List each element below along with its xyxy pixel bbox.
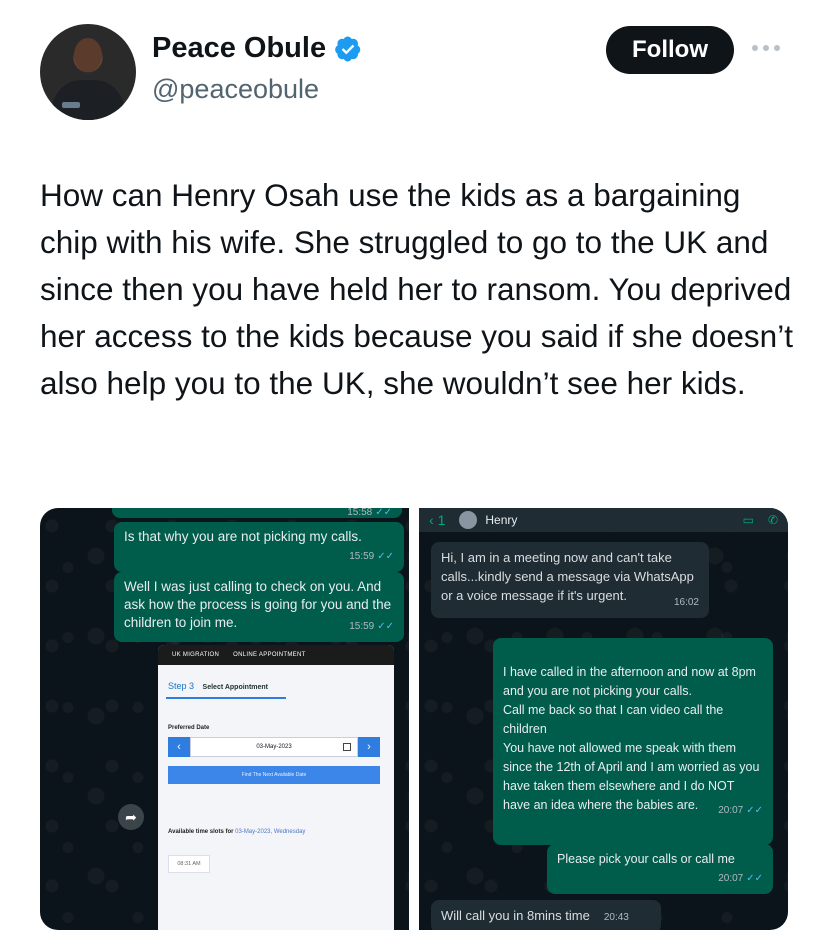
more-options-icon[interactable] (752, 38, 788, 58)
step-underline (166, 697, 286, 699)
preferred-date-label: Preferred Date (168, 725, 210, 731)
chat-header: ‹ 1 Henry ▭ ✆ (419, 508, 788, 532)
screenshot-header-left: UK MIGRATION (172, 652, 220, 658)
forward-icon: ➦ (118, 804, 144, 830)
contact-name: Henry (485, 513, 518, 527)
chat-bubble-outgoing: Well I was just calling to check on you.… (114, 572, 404, 642)
bubble-time: 20:43 (603, 912, 629, 923)
chat-bubble-outgoing: Please pick your calls or call me 20:07 ✓… (547, 844, 773, 894)
date-value: 03-May-2023 (256, 744, 292, 750)
follow-button[interactable]: Follow (606, 26, 734, 74)
author-name-row[interactable]: Peace Obule (152, 32, 362, 65)
tweet-text: How can Henry Osah use the kids as a bar… (40, 177, 793, 401)
author-name[interactable]: Peace Obule (152, 32, 326, 65)
video-call-icon: ▭ (742, 513, 754, 527)
date-picker: ‹ 03-May-2023 › (168, 737, 380, 757)
verified-badge-icon (335, 35, 361, 61)
chat-bubble-outgoing: I have called in the afternoon and now a… (493, 638, 773, 845)
step-indicator: Step 3 Select Appointment (168, 681, 268, 691)
bubble-time: 20:07 ✓✓ (718, 873, 763, 884)
chat-bubble-partial: 15:58 ✓✓ (112, 508, 402, 518)
avatar[interactable] (40, 24, 136, 120)
available-slots-label: Available time slots for 03-May-2023, We… (168, 829, 306, 835)
time-slot: 08:31 AM (168, 855, 210, 873)
step-number: Step 3 (168, 681, 195, 691)
embedded-appointment-screenshot: UK MIGRATION ONLINE APPOINTMENT Step 3 S… (158, 645, 394, 930)
available-date: 03-May-2023, Wednesday (235, 829, 306, 835)
chat-bubble-incoming: Hi, I am in a meeting now and can't take… (431, 542, 709, 618)
bubble-time: 15:58 ✓✓ (347, 508, 392, 518)
calendar-icon (343, 743, 351, 751)
chat-bubble-incoming: Will call you in 8mins time 20:43 (431, 900, 661, 930)
date-field: 03-May-2023 (190, 737, 358, 757)
bubble-text: Will call you in 8mins time (441, 908, 590, 923)
chat-bubble-outgoing: Is that why you are not picking my calls… (114, 522, 404, 572)
bubble-text: Is that why you are not picking my calls… (124, 529, 362, 544)
chevron-right-icon: › (358, 737, 380, 757)
screenshot-header: UK MIGRATION ONLINE APPOINTMENT (158, 645, 394, 665)
step-label: Select Appointment (202, 684, 269, 691)
bubble-time: 15:59 ✓✓ (349, 551, 394, 562)
phone-icon: ✆ (767, 513, 778, 527)
avatar-shirt (52, 80, 124, 120)
avatar-badge (62, 102, 80, 108)
back-icon: ‹ 1 (429, 512, 446, 528)
contact-avatar (459, 511, 478, 529)
bubble-text: Please pick your calls or call me (557, 852, 735, 866)
author-handle[interactable]: @peaceobule (152, 74, 319, 105)
chevron-left-icon: ‹ (168, 737, 190, 757)
media-image-left[interactable]: 15:58 ✓✓ Is that why you are not picking … (40, 508, 409, 930)
media-image-right[interactable]: ‹ 1 Henry ▭ ✆ Hi, I am in a meeting now a… (419, 508, 788, 930)
bubble-text: I have called in the afternoon and now a… (503, 665, 760, 812)
find-next-date-button: Find The Next Available Date (168, 766, 380, 784)
screenshot-header-right: ONLINE APPOINTMENT (233, 652, 306, 658)
avatar-face (74, 38, 102, 72)
